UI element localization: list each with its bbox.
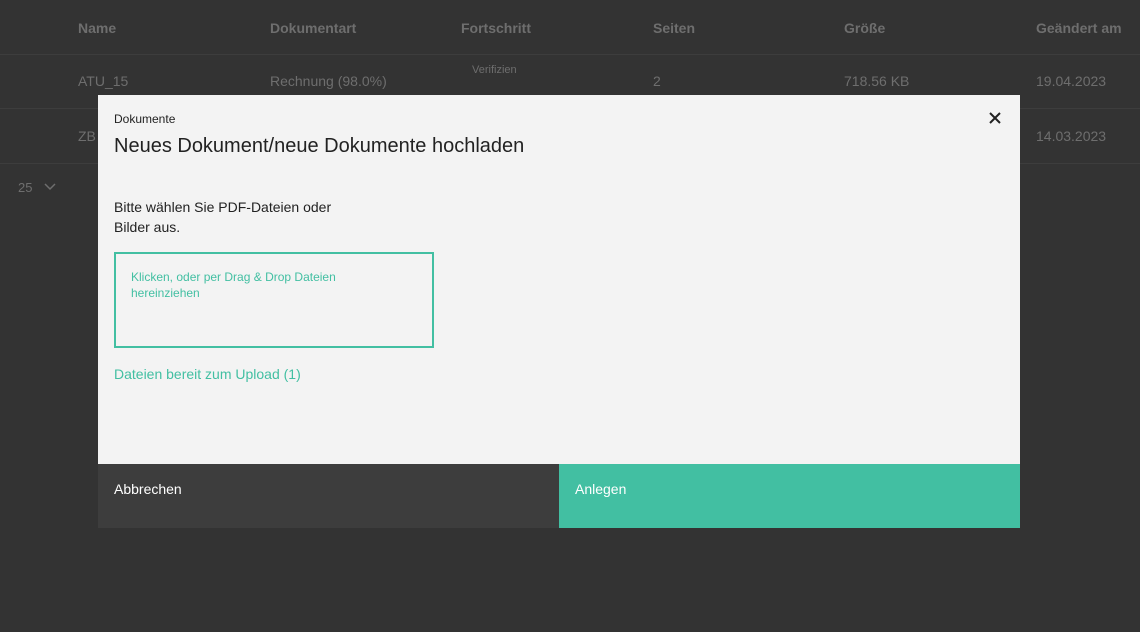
cell-type: Rechnung (98.0%) — [270, 73, 387, 89]
cell-date: 19.04.2023 — [1036, 73, 1107, 89]
cell-pages: 2 — [653, 73, 661, 89]
modal-label: Dokumente — [114, 112, 176, 126]
close-icon — [989, 111, 1001, 129]
file-dropzone[interactable]: Klicken, oder per Drag & Drop Dateien he… — [114, 252, 434, 348]
column-header-pages[interactable]: Seiten — [653, 20, 695, 36]
column-header-size[interactable]: Größe — [844, 20, 885, 36]
files-ready-link[interactable]: Dateien bereit zum Upload (1) — [114, 366, 301, 382]
close-button[interactable] — [984, 109, 1006, 131]
column-header-progress[interactable]: Fortschritt — [461, 20, 531, 36]
cell-name: ATU_15 — [78, 73, 129, 89]
cell-size: 718.56 KB — [844, 73, 910, 89]
column-header-type[interactable]: Dokumentart — [270, 20, 356, 36]
create-button[interactable]: Anlegen — [559, 464, 1020, 528]
modal-footer: Abbrechen Anlegen — [98, 464, 1020, 528]
modal-body: Dokumente Neues Dokument/neue Dokumente … — [98, 95, 1020, 464]
upload-instructions: Bitte wählen Sie PDF-Dateien oder Bilder… — [114, 199, 332, 235]
create-button-label: Anlegen — [575, 481, 627, 497]
chevron-down-icon — [44, 178, 56, 196]
cell-date: 14.03.2023 — [1036, 128, 1107, 144]
page-size-value: 25 — [18, 179, 33, 195]
upload-modal: Dokumente Neues Dokument/neue Dokumente … — [98, 95, 1020, 528]
dropzone-text: Klicken, oder per Drag & Drop Dateien he… — [131, 270, 336, 300]
cell-progress: Verifizien — [472, 64, 517, 76]
column-header-name[interactable]: Name — [78, 20, 116, 36]
table-header: Name Dokumentart Fortschritt Seiten Größ… — [0, 0, 1140, 55]
cell-name: ZB — [78, 128, 96, 144]
cancel-button[interactable]: Abbrechen — [98, 464, 559, 528]
column-header-date[interactable]: Geändert am — [1036, 20, 1122, 36]
page-size-select[interactable]: 25 — [18, 178, 56, 196]
modal-title: Neues Dokument/neue Dokumente hochladen — [114, 135, 525, 157]
cancel-button-label: Abbrechen — [114, 481, 182, 497]
